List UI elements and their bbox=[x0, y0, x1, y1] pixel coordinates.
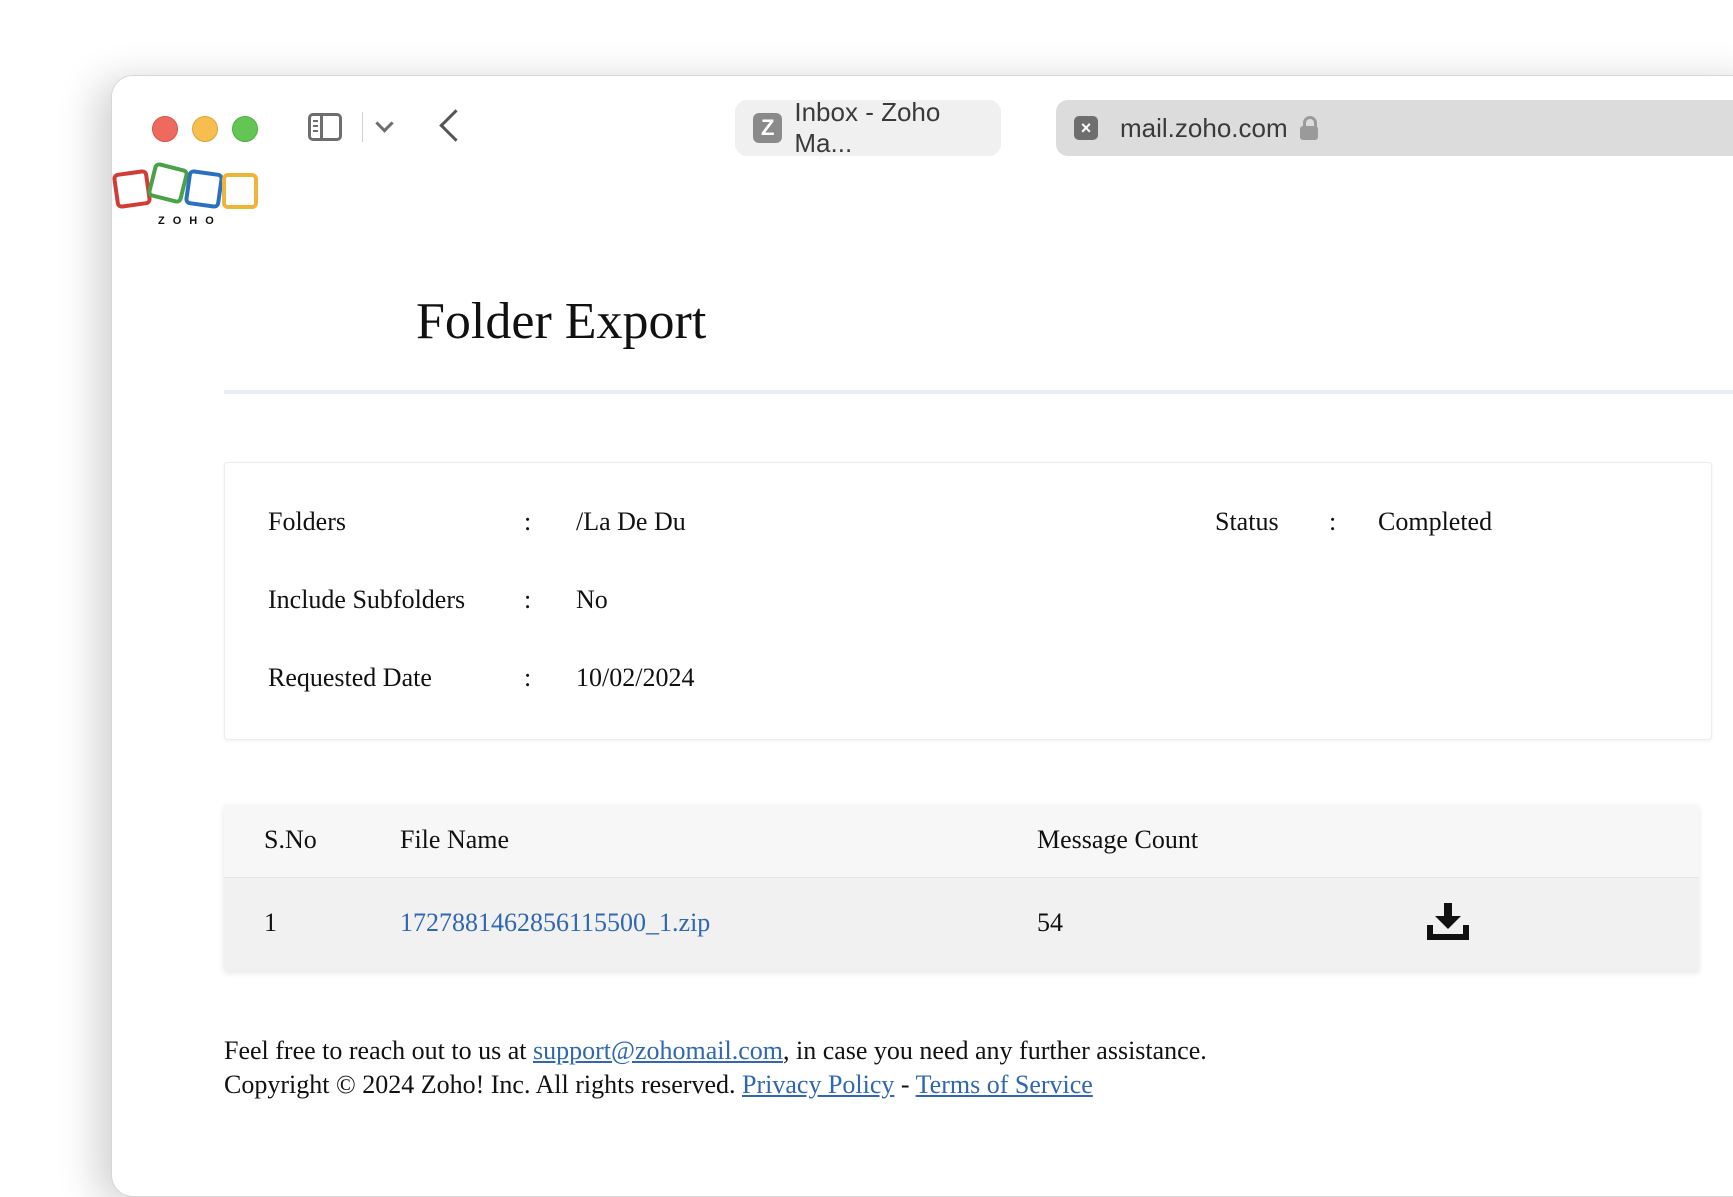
subfolders-value: No bbox=[576, 585, 608, 614]
subfolders-label: Include Subfolders bbox=[268, 585, 466, 614]
table-row: 1 1727881462856115500_1.zip 54 bbox=[224, 878, 1699, 971]
status-value: Completed bbox=[1378, 507, 1493, 536]
header-file-name: File Name bbox=[400, 825, 510, 854]
title-divider bbox=[224, 390, 1733, 394]
subfolders-separator: : bbox=[524, 585, 532, 614]
download-icon[interactable] bbox=[1427, 903, 1469, 941]
header-message-count: Message Count bbox=[1037, 825, 1199, 854]
row-file-name-link[interactable]: 1727881462856115500_1.zip bbox=[400, 908, 710, 938]
support-email-link[interactable]: support@zohomail.com bbox=[533, 1036, 783, 1065]
export-files-table: S.No File Name Message Count 1 172788146… bbox=[224, 805, 1699, 971]
footer-dash: - bbox=[894, 1070, 916, 1099]
row-message-count: 54 bbox=[1037, 908, 1063, 937]
status-separator: : bbox=[1329, 507, 1337, 536]
requested-date-separator: : bbox=[524, 663, 532, 692]
export-info-card: Folders : /La De Du Include Subfolders :… bbox=[224, 462, 1712, 740]
terms-of-service-link[interactable]: Terms of Service bbox=[916, 1070, 1093, 1099]
copyright-text: Copyright © 2024 Zoho! Inc. All rights r… bbox=[224, 1070, 743, 1099]
row-sno: 1 bbox=[264, 908, 277, 937]
folders-value: /La De Du bbox=[576, 507, 686, 536]
page-title: Folder Export bbox=[416, 293, 707, 350]
footer-support-line: Feel free to reach out to us at support@… bbox=[224, 1034, 1207, 1068]
status-label: Status bbox=[1215, 507, 1279, 536]
header-sno: S.No bbox=[264, 825, 317, 854]
footer-support-suffix: , in case you need any further assistanc… bbox=[782, 1036, 1207, 1065]
folders-label: Folders bbox=[268, 507, 346, 536]
folders-separator: : bbox=[524, 507, 532, 536]
footer-copyright-line: Copyright © 2024 Zoho! Inc. All rights r… bbox=[224, 1068, 1207, 1102]
footer-support-prefix: Feel free to reach out to us at bbox=[224, 1036, 533, 1065]
zoho-logo: ZOHO bbox=[111, 161, 268, 230]
table-header: S.No File Name Message Count bbox=[224, 805, 1699, 878]
requested-date-value: 10/02/2024 bbox=[576, 663, 695, 692]
footer: Feel free to reach out to us at support@… bbox=[224, 1034, 1207, 1102]
zoho-logo-text: ZOHO bbox=[158, 215, 222, 227]
privacy-policy-link[interactable]: Privacy Policy bbox=[742, 1070, 894, 1099]
requested-date-label: Requested Date bbox=[268, 663, 432, 692]
